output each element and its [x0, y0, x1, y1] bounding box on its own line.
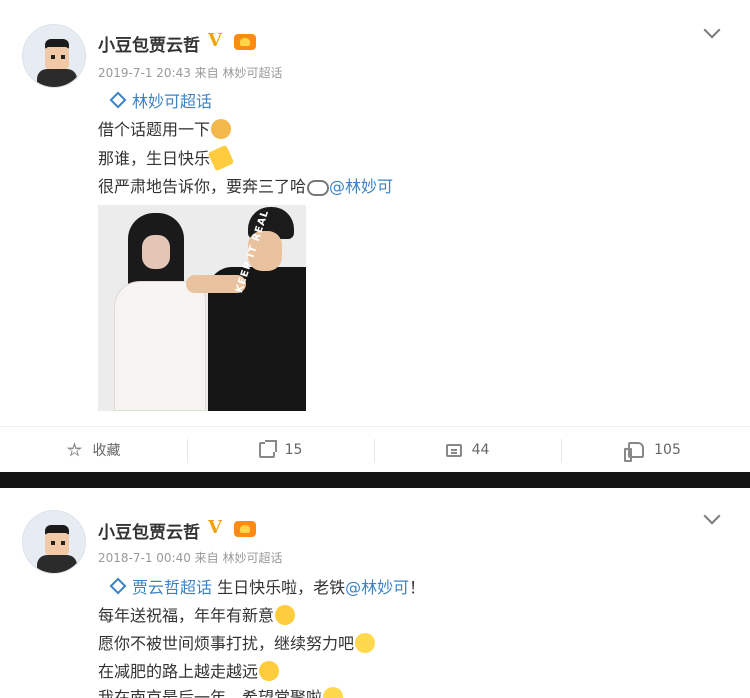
star-icon: [66, 442, 83, 457]
comment-icon: [445, 443, 462, 457]
laugh-emoji-icon: [275, 605, 296, 625]
mention-link[interactable]: @林妙可: [345, 578, 409, 597]
comment-button[interactable]: 44: [374, 427, 561, 472]
super-topic-line: 林妙可超话: [98, 88, 212, 112]
post-text-line: 我在南京最后一年，希望常聚啦: [98, 684, 344, 698]
level-badge-icon: [234, 34, 256, 50]
like-icon: [624, 442, 645, 462]
laugh-emoji-icon: [259, 661, 280, 681]
post-text-line: 很严肃地告诉你，要奔三了哈 @林妙可: [98, 177, 394, 196]
username[interactable]: 小豆包贾云哲: [98, 31, 200, 56]
share-icon: [258, 440, 277, 458]
avatar[interactable]: [22, 510, 86, 574]
action-bar: 收藏 15 44 105: [0, 426, 750, 472]
level-badge-icon: [234, 521, 256, 537]
smile-emoji-icon: [355, 633, 376, 653]
mention-link[interactable]: @林妙可: [329, 177, 393, 196]
post-text-line: 那谁，生日快乐: [98, 144, 235, 172]
post-text-line: 在减肥的路上越走越远: [98, 658, 280, 682]
post-meta: 2019-7-1 20:43 来自 林妙可超话: [98, 66, 283, 80]
glasses-emoji-icon: [307, 180, 330, 196]
super-topic-diamond-icon: [109, 91, 127, 109]
username[interactable]: 小豆包贾云哲: [98, 518, 200, 543]
dog-emoji-icon: [211, 119, 232, 139]
super-topic-line: 贾云哲超话 生日快乐啦，老铁@林妙可！: [98, 574, 425, 598]
chevron-down-icon[interactable]: [703, 507, 721, 525]
super-topic-diamond-icon: [109, 577, 127, 595]
post-meta: 2018-7-1 00:40 来自 林妙可超话: [98, 551, 283, 565]
like-button[interactable]: 105: [561, 427, 748, 472]
chevron-down-icon[interactable]: [703, 21, 721, 39]
post-text-line: 每年送祝福，年年有新意: [98, 602, 296, 626]
post-photo[interactable]: KEEP IT REAL MADNESS: [98, 205, 306, 411]
favorite-button[interactable]: 收藏: [0, 427, 187, 472]
verified-icon: V: [208, 30, 222, 51]
post-card: 小豆包贾云哲 V 2019-7-1 20:43 来自 林妙可超话 林妙可超话 借…: [0, 0, 750, 472]
smile-emoji-icon: [323, 687, 344, 698]
super-topic-link[interactable]: 林妙可超话: [132, 92, 212, 111]
super-topic-link[interactable]: 贾云哲超话: [132, 578, 212, 597]
party-emoji-icon: [207, 144, 235, 172]
avatar[interactable]: [22, 24, 86, 88]
post-text-line: 借个话题用一下: [98, 116, 232, 140]
post-text-line: 愿你不被世间烦事打扰，继续努力吧: [98, 630, 376, 654]
repost-button[interactable]: 15: [187, 427, 374, 472]
verified-icon: V: [208, 517, 222, 538]
